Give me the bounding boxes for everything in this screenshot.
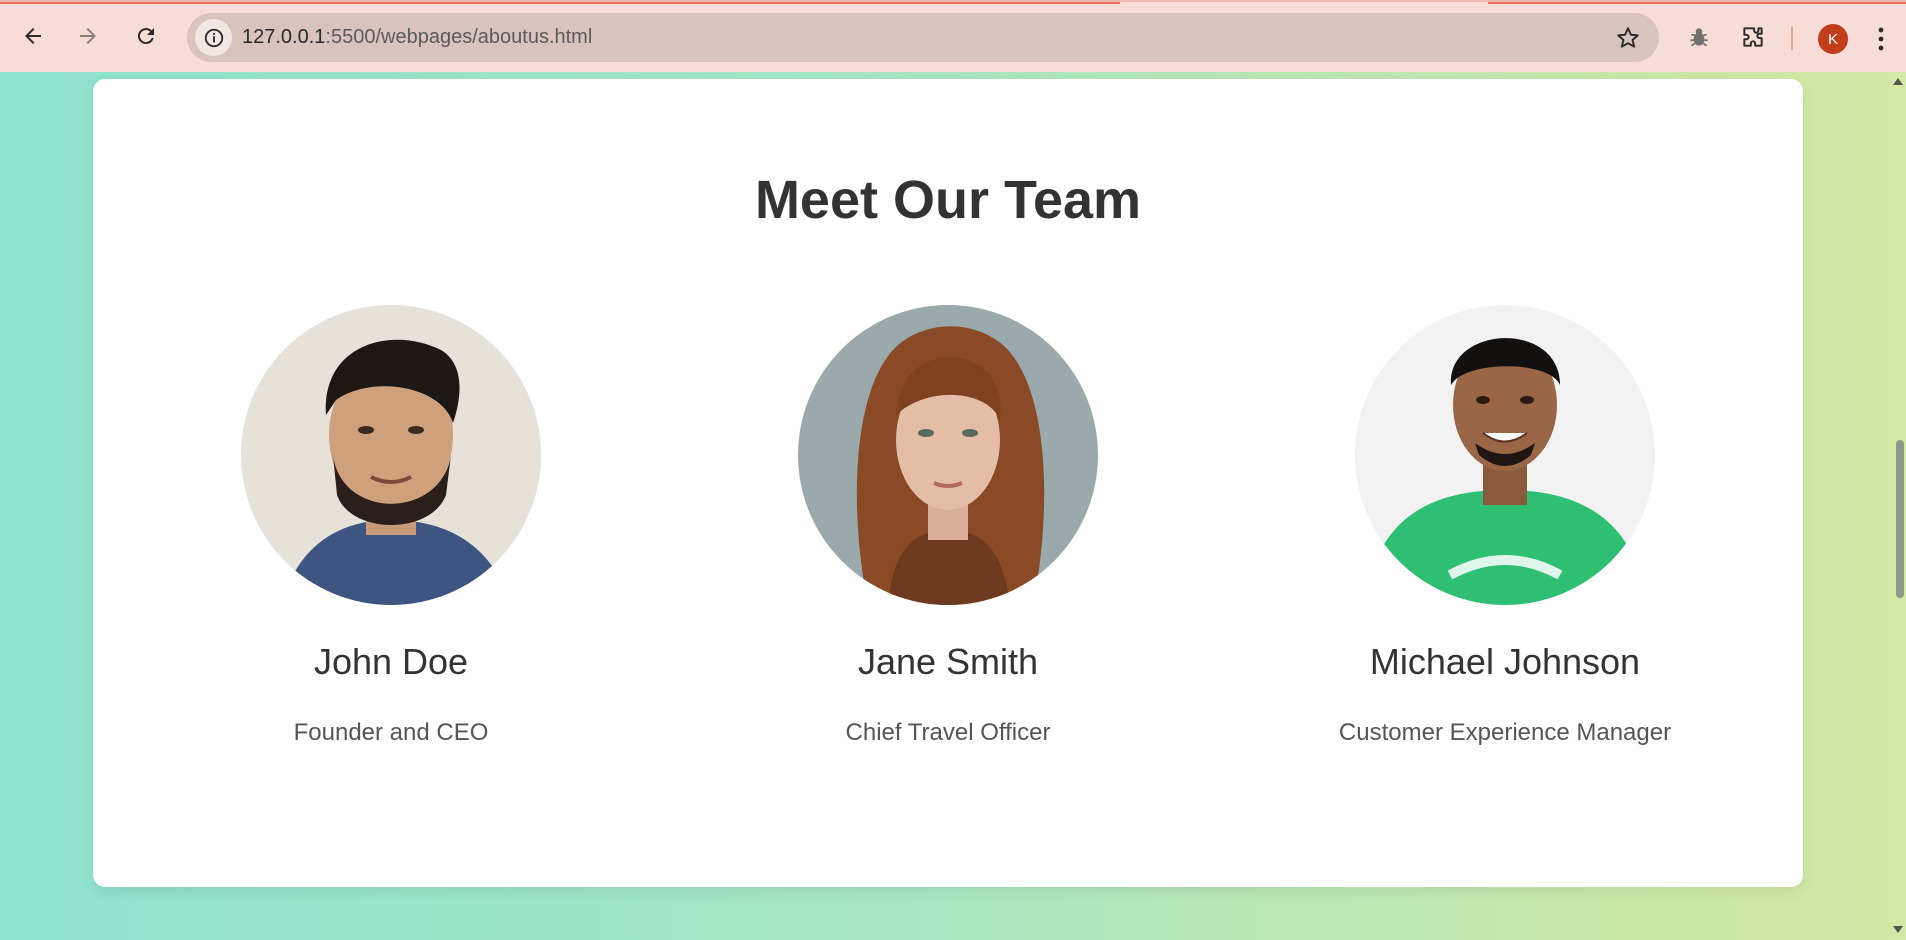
scroll-thumb[interactable] (1896, 440, 1904, 598)
reload-icon (137, 28, 154, 45)
profile-avatar[interactable]: K (1818, 24, 1848, 54)
forward-button[interactable] (68, 16, 108, 56)
section-title: Meet Our Team (754, 170, 1142, 230)
loading-bar (0, 2, 1120, 4)
team-member-role: Customer Experience Manager (1338, 719, 1672, 746)
team-member-card: Jane Smith Chief Travel Officer (698, 305, 1198, 747)
toolbar-separator (1791, 26, 1793, 50)
site-info-button[interactable] (195, 19, 232, 56)
back-arrow-icon (25, 28, 41, 44)
portrait-woman-redhead-image (798, 305, 1098, 605)
scroll-up-arrow-icon[interactable] (1893, 78, 1903, 85)
back-button[interactable] (13, 16, 53, 56)
portrait-man-beard-image (241, 305, 541, 605)
kebab-menu-icon[interactable] (1876, 24, 1886, 54)
team-member-photo (798, 305, 1098, 605)
team-member-name: Jane Smith (857, 641, 1039, 682)
extension-bug-button[interactable] (1684, 22, 1714, 52)
url-path: :5500/webpages/aboutus.html (325, 26, 593, 48)
scroll-down-arrow-icon[interactable] (1893, 926, 1903, 933)
reload-button[interactable] (126, 16, 166, 56)
team-member-photo (1355, 305, 1655, 605)
bug-icon (1690, 28, 1708, 47)
puzzle-icon (1743, 27, 1763, 47)
team-section-card: Meet Our Team John Doe Founder and CEO J… (93, 79, 1803, 887)
team-member-name: John Doe (313, 641, 469, 682)
forward-arrow-icon (80, 28, 96, 44)
team-member-photo (241, 305, 541, 605)
team-member-card: John Doe Founder and CEO (141, 305, 641, 747)
portrait-man-green-shirt-image (1355, 305, 1655, 605)
info-icon (204, 28, 223, 47)
browser-toolbar: 127.0.0.1:5500/webpages/aboutus.html K (0, 0, 1906, 72)
team-member-name: Michael Johnson (1369, 641, 1641, 682)
team-member-role: Founder and CEO (293, 719, 489, 746)
loading-bar-segment (1488, 2, 1906, 4)
url-text: 127.0.0.1:5500/webpages/aboutus.html (242, 26, 592, 49)
star-icon[interactable] (1615, 25, 1641, 51)
team-member-card: Michael Johnson Customer Experience Mana… (1255, 305, 1755, 747)
address-bar[interactable]: 127.0.0.1:5500/webpages/aboutus.html (187, 13, 1659, 62)
url-host: 127.0.0.1 (242, 26, 326, 48)
extensions-button[interactable] (1738, 22, 1768, 52)
team-member-role: Chief Travel Officer (845, 719, 1051, 746)
